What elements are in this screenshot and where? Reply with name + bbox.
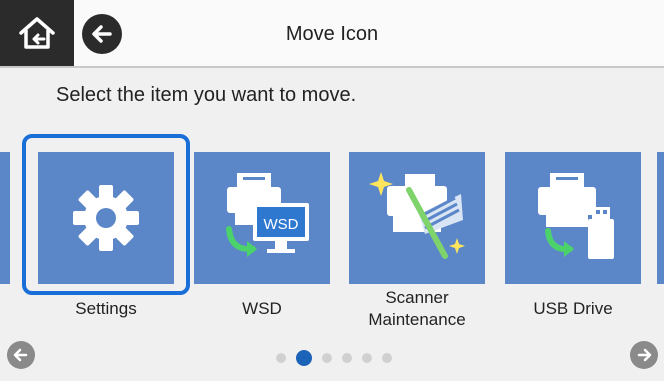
page-dot-current: [296, 350, 312, 366]
home-button[interactable]: [0, 0, 74, 66]
instruction-text: Select the item you want to move.: [56, 84, 357, 106]
next-page-button[interactable]: [630, 341, 658, 369]
arrow-left-icon: [92, 25, 112, 43]
tile-scanner-maintenance[interactable]: [349, 152, 485, 284]
back-button[interactable]: [82, 14, 122, 54]
tile-wsd[interactable]: WSD: [194, 152, 330, 284]
scanner-maintenance-icon: [369, 172, 465, 259]
page-dot: [382, 353, 392, 363]
page-title: Move Icon: [285, 23, 379, 45]
tile-label-usb-drive: USB Drive: [533, 299, 613, 318]
top-bar: Move Icon: [0, 0, 664, 68]
page-dot: [342, 353, 352, 363]
home-icon: [19, 17, 55, 49]
previous-page-button[interactable]: [7, 341, 35, 369]
partial-tile-left[interactable]: [0, 152, 10, 284]
partial-tile-right[interactable]: [657, 152, 664, 284]
arrow-right-icon: [637, 348, 652, 362]
selection-frame: [22, 134, 190, 295]
wsd-badge-text: WSD: [264, 216, 299, 233]
page-dot: [362, 353, 372, 363]
tile-label-scanner-maintenance: Scanner Maintenance: [368, 288, 466, 329]
tile-usb-drive[interactable]: [505, 152, 641, 284]
tile-label-settings: Settings: [75, 299, 137, 318]
wsd-scanner-icon: WSD: [226, 173, 309, 257]
page-dot: [276, 353, 286, 363]
tile-label-wsd: WSD: [242, 299, 282, 318]
usb-drive-icon: [538, 173, 614, 259]
page-indicator: [276, 350, 392, 366]
page-dot: [322, 353, 332, 363]
arrow-left-icon: [13, 348, 28, 362]
